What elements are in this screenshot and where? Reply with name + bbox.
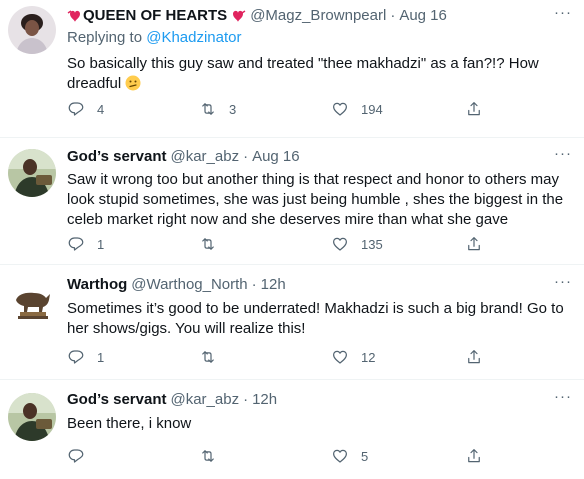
- retweet-count: 3: [229, 101, 237, 117]
- like-count: 194: [361, 101, 383, 117]
- tweet[interactable]: God’s servant @kar_abz · Aug 16 ··· Saw …: [0, 138, 584, 265]
- retweet-icon: [202, 351, 214, 363]
- like-button[interactable]: 5: [331, 446, 368, 466]
- like-count: 12: [361, 349, 376, 365]
- tweet-text: Been there, i know: [67, 415, 192, 432]
- reply-button[interactable]: [67, 446, 97, 466]
- display-name[interactable]: God’s servant: [67, 147, 166, 167]
- reply-button[interactable]: 1: [67, 234, 104, 254]
- tweet-text: Saw it wrong too but another thing is th…: [67, 171, 564, 228]
- like-icon: [333, 237, 347, 251]
- avatar[interactable]: [8, 393, 56, 441]
- tweet[interactable]: God’s servant @kar_abz · 12h ··· Been th…: [0, 380, 584, 479]
- like-button[interactable]: 194: [331, 99, 383, 119]
- replying-label: Replying to: [67, 29, 143, 46]
- timestamp[interactable]: Aug 16: [252, 147, 300, 167]
- timestamp[interactable]: Aug 16: [399, 6, 447, 26]
- share-icon: [468, 449, 480, 463]
- display-name[interactable]: Warthog: [67, 275, 127, 295]
- retweet-button[interactable]: [199, 234, 229, 254]
- confused-face-icon: [125, 75, 141, 91]
- reply-count: 1: [97, 236, 105, 252]
- tweet[interactable]: QUEEN OF HEARTS @Magz_Brownpearl · Aug 1…: [0, 0, 584, 138]
- replying-to: Replying to @Khadzinator: [67, 28, 568, 48]
- like-icon: [333, 449, 347, 463]
- reply-button[interactable]: 4: [67, 99, 104, 119]
- user-handle[interactable]: @Warthog_North: [131, 275, 247, 295]
- tweet[interactable]: Warthog @Warthog_North · 12h ··· Sometim…: [0, 265, 584, 380]
- like-count: 5: [361, 448, 369, 464]
- reply-count: 4: [97, 101, 105, 117]
- display-name[interactable]: QUEEN OF HEARTS: [83, 6, 227, 26]
- tweet-text: So basically this guy saw and treated "t…: [67, 54, 568, 94]
- share-icon: [468, 237, 480, 251]
- more-icon[interactable]: ···: [554, 5, 572, 20]
- avatar[interactable]: [8, 149, 56, 197]
- retweet-button[interactable]: 3: [199, 99, 236, 119]
- user-handle[interactable]: @kar_abz: [170, 147, 239, 167]
- separator: ·: [390, 7, 396, 24]
- like-count: 135: [361, 236, 383, 252]
- like-icon: [333, 350, 347, 364]
- share-icon: [468, 102, 480, 116]
- more-icon[interactable]: ···: [554, 146, 572, 161]
- reply-icon: [68, 102, 84, 116]
- heart-emoji-icon: [230, 8, 246, 24]
- share-button[interactable]: [465, 234, 483, 254]
- display-name[interactable]: God’s servant: [67, 390, 166, 410]
- like-icon: [333, 102, 347, 116]
- retweet-icon: [202, 238, 214, 250]
- reply-icon: [68, 449, 84, 463]
- user-handle[interactable]: @kar_abz: [170, 390, 239, 410]
- heart-emoji-icon: [67, 8, 83, 24]
- retweet-icon: [202, 450, 214, 462]
- more-icon[interactable]: ···: [554, 389, 572, 404]
- tweet-text: Sometimes it’s good to be underrated! Ma…: [67, 300, 564, 337]
- share-button[interactable]: [465, 347, 483, 367]
- mention-link[interactable]: @Khadzinator: [146, 29, 241, 46]
- avatar[interactable]: [8, 278, 56, 326]
- separator: ·: [243, 391, 249, 408]
- timestamp[interactable]: 12h: [252, 390, 277, 410]
- reply-count: 1: [97, 349, 105, 365]
- user-handle[interactable]: @Magz_Brownpearl: [250, 6, 386, 26]
- like-button[interactable]: 12: [331, 347, 375, 367]
- retweet-button[interactable]: [199, 446, 229, 466]
- share-icon: [468, 350, 480, 364]
- share-button[interactable]: [465, 99, 483, 119]
- retweet-button[interactable]: [199, 347, 229, 367]
- timestamp[interactable]: 12h: [261, 275, 286, 295]
- reply-button[interactable]: 1: [67, 347, 104, 367]
- retweet-icon: [202, 103, 214, 115]
- avatar[interactable]: [8, 6, 56, 54]
- separator: ·: [243, 148, 249, 165]
- reply-icon: [68, 350, 84, 364]
- separator: ·: [251, 276, 257, 293]
- more-icon[interactable]: ···: [554, 274, 572, 289]
- reply-icon: [68, 237, 84, 251]
- like-button[interactable]: 135: [331, 234, 383, 254]
- share-button[interactable]: [465, 446, 483, 466]
